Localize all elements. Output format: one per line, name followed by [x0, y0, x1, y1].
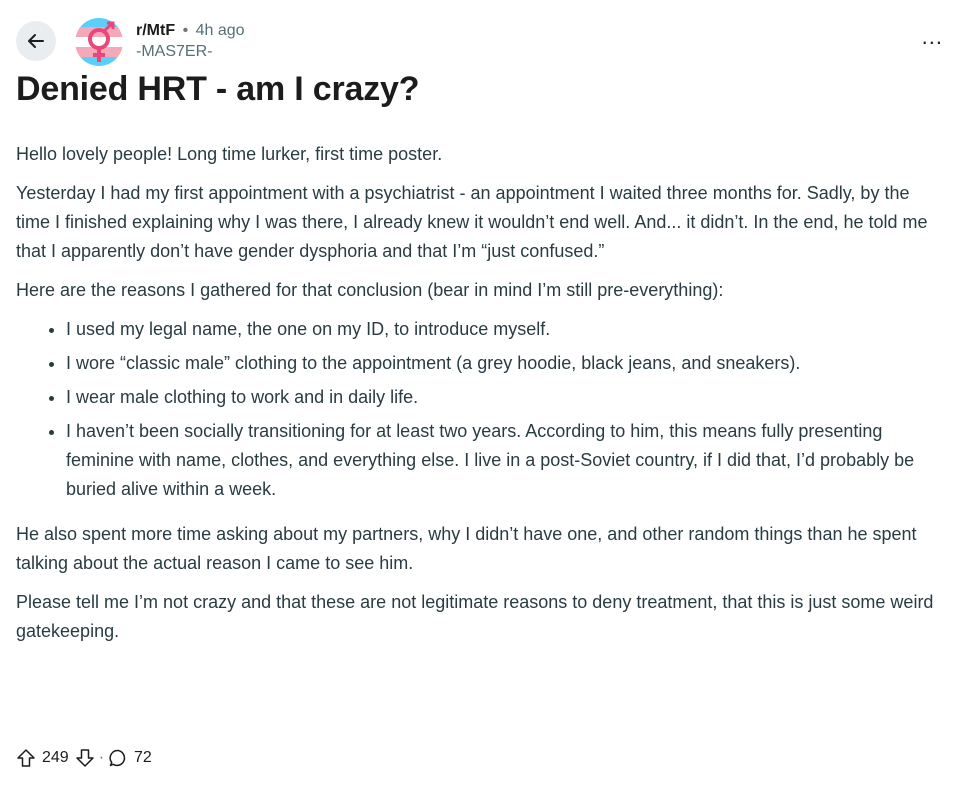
- paragraph: He also spent more time asking about my …: [16, 524, 917, 573]
- more-options-button[interactable]: ...: [922, 26, 943, 48]
- paragraph: Here are the reasons I gathered for that…: [16, 280, 724, 300]
- subreddit-link[interactable]: r/MtF: [136, 22, 175, 39]
- reasons-list: I used my legal name, the one on my ID, …: [16, 315, 946, 504]
- comment-bubble-icon: [109, 749, 126, 767]
- downvote-arrow-icon: [75, 749, 94, 767]
- transgender-symbol-icon: [75, 18, 123, 66]
- upvote-arrow-icon: [17, 749, 35, 767]
- subreddit-avatar[interactable]: [74, 17, 124, 67]
- list-item: I haven’t been socially transitioning fo…: [66, 417, 946, 504]
- post-title: Denied HRT - am I crazy?: [16, 70, 420, 108]
- list-item: I used my legal name, the one on my ID, …: [66, 315, 946, 344]
- list-item: I wore “classic male” clothing to the ap…: [66, 349, 946, 378]
- list-item: I wear male clothing to work and in dail…: [66, 383, 946, 412]
- paragraph: Yesterday I had my first appointment wit…: [16, 183, 928, 261]
- post-time: 4h ago: [195, 22, 245, 39]
- arrow-left-icon: [28, 34, 44, 48]
- paragraph: Please tell me I’m not crazy and that th…: [16, 592, 934, 641]
- more-options-icon: ...: [921, 24, 943, 49]
- post-actions: 249 · 72: [16, 748, 158, 768]
- upvote-button[interactable]: [16, 748, 36, 768]
- post-meta: r/MtF • 4h ago -MAS7ER-: [136, 20, 245, 62]
- post-body: Hello lovely people! Long time lurker, f…: [16, 140, 946, 656]
- comment-count: 72: [134, 749, 152, 766]
- actions-separator: ·: [98, 749, 105, 766]
- paragraph: Hello lovely people! Long time lurker, f…: [16, 144, 443, 164]
- comments-button[interactable]: [108, 748, 128, 768]
- vote-count: 249: [42, 749, 69, 766]
- downvote-button[interactable]: [75, 748, 95, 768]
- author-link[interactable]: -MAS7ER-: [136, 41, 245, 62]
- meta-separator: •: [182, 22, 189, 39]
- back-button[interactable]: [16, 21, 56, 61]
